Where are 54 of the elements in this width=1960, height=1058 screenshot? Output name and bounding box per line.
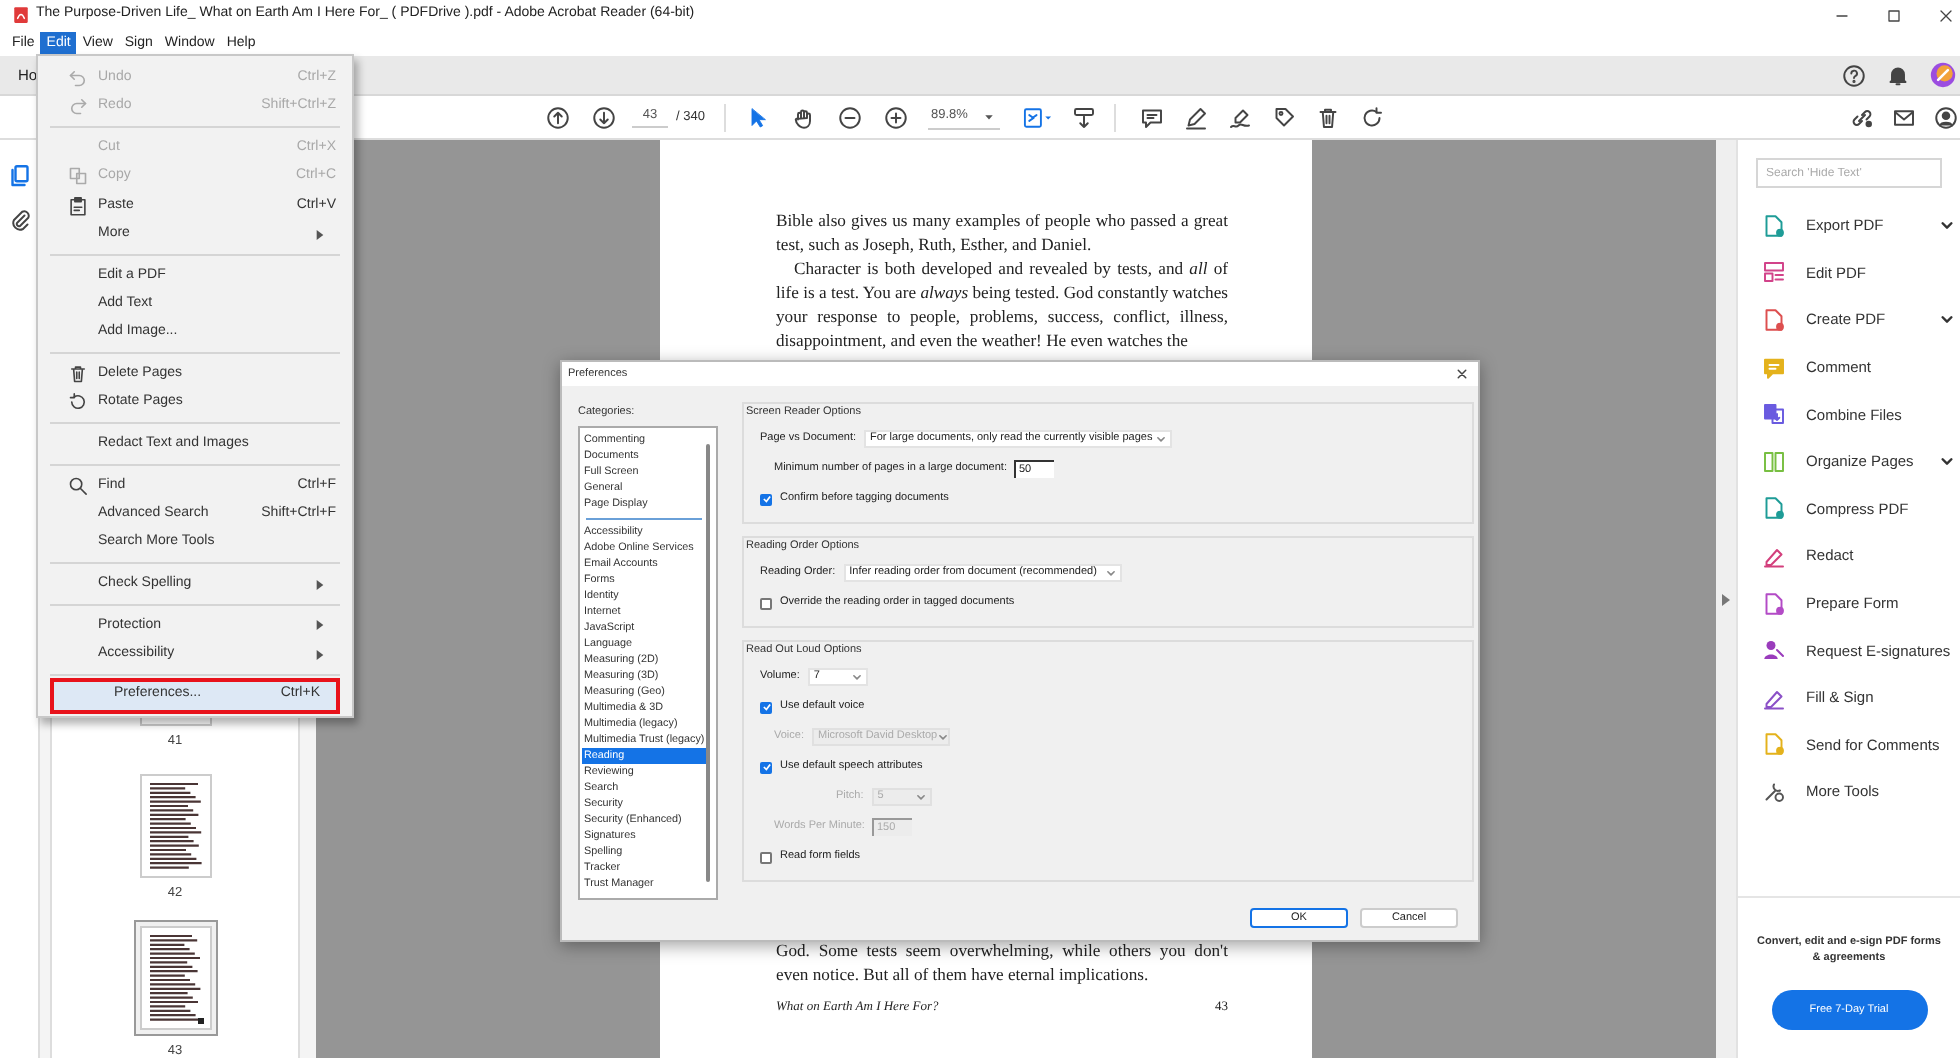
signature-pen-icon[interactable] xyxy=(1228,105,1253,129)
hand-icon[interactable] xyxy=(792,105,817,129)
share-link-icon[interactable] xyxy=(1850,105,1874,129)
paragraph: God. Some tests seem overwhelming, while others you don't even notice. But all of them have eternal implications. xyxy=(776,938,1228,986)
submenu-arrow-icon xyxy=(316,649,324,660)
maximize-icon[interactable] xyxy=(1886,7,1902,23)
zoom-out-icon[interactable] xyxy=(838,105,863,129)
pointer-icon[interactable] xyxy=(746,105,771,129)
avatar-icon[interactable] xyxy=(1930,62,1956,88)
clipboard-icon xyxy=(68,195,88,216)
caret-icon xyxy=(984,111,995,121)
bell-icon[interactable] xyxy=(1886,63,1910,87)
redo-icon xyxy=(68,96,88,117)
account-icon[interactable] xyxy=(1934,105,1958,129)
comment-icon[interactable] xyxy=(1140,105,1165,129)
search-icon xyxy=(68,475,88,496)
close-icon[interactable] xyxy=(1456,368,1468,380)
zoom-in-icon[interactable] xyxy=(884,105,909,129)
paragraph: Bible also gives us many examples of people who passed a great test, such as Joseph, Ruth, Esther, and Daniel. xyxy=(776,208,1228,256)
submenu-arrow-icon xyxy=(316,579,324,590)
mail-icon[interactable] xyxy=(1892,105,1916,129)
pdf-file-icon xyxy=(12,6,30,24)
chevron-icon xyxy=(915,792,926,802)
fit-page-icon[interactable] xyxy=(1022,105,1055,129)
submenu-arrow-icon xyxy=(316,620,324,631)
copy-icon xyxy=(68,166,88,187)
scroll-mode-icon[interactable] xyxy=(1072,105,1097,129)
chevron-icon xyxy=(851,672,862,682)
rotate-icon xyxy=(68,392,88,413)
page-thumbnail[interactable] xyxy=(139,774,211,878)
chevron-icon xyxy=(937,732,948,742)
undo-icon xyxy=(68,68,88,88)
highlighter-icon[interactable] xyxy=(1184,105,1209,129)
checkbox[interactable] xyxy=(760,851,772,863)
tag-icon[interactable] xyxy=(1272,105,1297,129)
submenu-arrow-icon xyxy=(316,229,324,240)
page-thumbnail[interactable] xyxy=(133,920,217,1036)
trash-icon[interactable] xyxy=(1316,105,1341,129)
rotate-icon[interactable] xyxy=(1360,105,1385,129)
close-icon[interactable] xyxy=(1938,7,1954,23)
chevron-icon xyxy=(1156,434,1166,444)
chevron-icon[interactable] xyxy=(1940,312,1954,327)
paragraph: Character is both developed and revealed by tests, and all of life is a test. You are always being tested. God constantly watches your response to people, problems, success, conflict, illness, disappointment, and even the weather! He even watches the xyxy=(776,256,1228,352)
chevron-icon xyxy=(1105,568,1116,578)
help-icon[interactable] xyxy=(1842,63,1866,87)
chevron-icon[interactable] xyxy=(1940,454,1954,469)
expand-panel-icon[interactable] xyxy=(1722,593,1730,605)
checkbox[interactable] xyxy=(760,597,772,609)
scrollbar[interactable] xyxy=(706,444,710,882)
category-list[interactable] xyxy=(578,426,718,900)
paperclip-icon[interactable] xyxy=(7,208,31,232)
pages-icon[interactable] xyxy=(7,164,31,188)
trash-icon xyxy=(68,364,88,385)
chevron-icon[interactable] xyxy=(1940,218,1954,233)
